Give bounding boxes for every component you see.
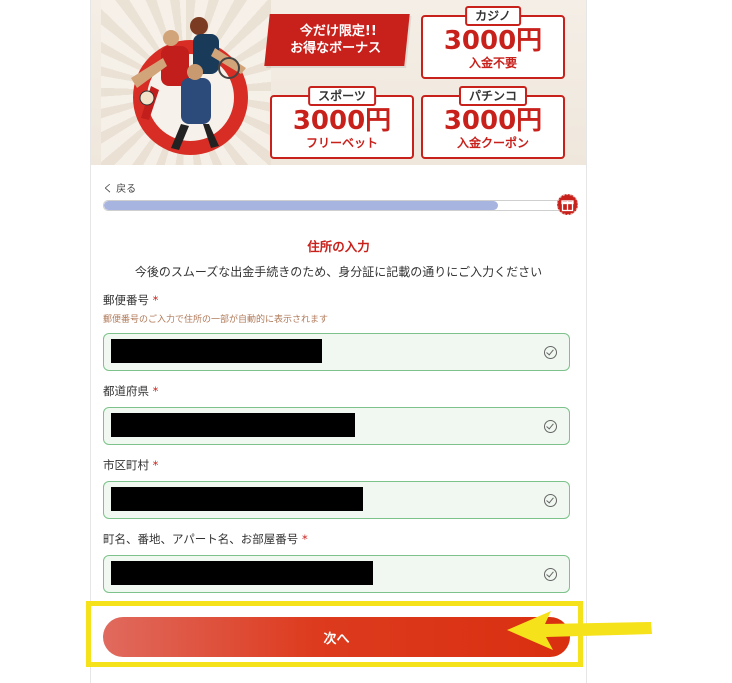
city-input[interactable] [103, 481, 570, 519]
bonus-box-pachinko: パチンコ 3000円 入金クーポン [421, 86, 565, 159]
check-circle-icon [544, 494, 557, 507]
bonus-tag-pachinko: パチンコ [458, 86, 528, 106]
required-mark: * [152, 293, 159, 307]
check-circle-icon [544, 568, 557, 581]
promo-banner: 今だけ限定!! お得なボーナス カジノ 3000円 入金不要 スポーツ 3000… [91, 0, 586, 165]
city-label: 市区町村 * [103, 457, 158, 473]
postal-code-input[interactable] [103, 333, 570, 371]
street-input[interactable] [103, 555, 570, 593]
prefecture-input[interactable] [103, 407, 570, 445]
required-mark: * [152, 384, 159, 398]
progress-bar [103, 200, 563, 211]
redacted-value [111, 413, 355, 437]
check-circle-icon [544, 420, 557, 433]
required-mark: * [152, 458, 159, 472]
check-circle-icon [544, 346, 557, 359]
promo-line-1: 今だけ限定!! [299, 24, 377, 39]
registration-panel: 今だけ限定!! お得なボーナス カジノ 3000円 入金不要 スポーツ 3000… [90, 0, 587, 683]
street-label: 町名、番地、アパート名、お部屋番号 * [103, 531, 308, 547]
postal-label: 郵便番号 * [103, 292, 158, 308]
required-mark: * [301, 532, 308, 546]
gift-icon [557, 194, 578, 215]
bonus-sub-sports: フリーベット [305, 136, 378, 150]
bonus-sub-pachinko: 入金クーポン [456, 136, 529, 150]
bonus-box-sports: スポーツ 3000円 フリーベット [270, 86, 414, 159]
city-label-text: 市区町村 [103, 458, 149, 472]
postal-hint: 郵便番号のご入力で住所の一部が自動的に表示されます [103, 315, 329, 325]
page-subtitle: 今後のスムーズな出金手続きのため、身分証に記載の通りにご入力ください [134, 265, 543, 279]
redacted-value [111, 561, 373, 585]
bonus-amount-casino: 3000円 [443, 26, 543, 56]
page-title: 住所の入力 [307, 239, 370, 254]
arrow-left-icon [507, 611, 652, 650]
progress-fill [104, 201, 498, 210]
postal-label-text: 郵便番号 [103, 293, 149, 307]
bonus-sub-casino: 入金不要 [468, 56, 517, 70]
street-label-text: 町名、番地、アパート名、お部屋番号 [103, 532, 299, 546]
bonus-tag-sports: スポーツ [308, 86, 376, 106]
prefecture-label-text: 都道府県 [103, 384, 149, 398]
athletes-illustration [131, 17, 246, 150]
bonus-tag-casino: カジノ [465, 6, 521, 26]
bonus-box-casino: カジノ 3000円 入金不要 [421, 6, 565, 79]
prefecture-label: 都道府県 * [103, 383, 158, 399]
redacted-value [111, 487, 363, 511]
redacted-value [111, 339, 322, 363]
bonus-amount-pachinko: 3000円 [443, 106, 543, 136]
limited-promo-ribbon: 今だけ限定!! お得なボーナス [264, 14, 410, 66]
promo-line-2: お得なボーナス [290, 41, 382, 56]
back-link[interactable]: く 戻る [103, 180, 136, 195]
bonus-amount-sports: 3000円 [292, 106, 392, 136]
